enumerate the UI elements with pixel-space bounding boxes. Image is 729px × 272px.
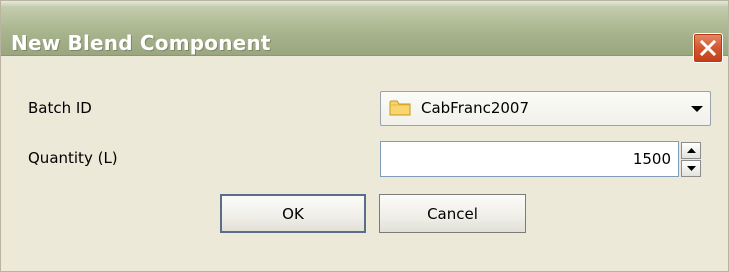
ok-button[interactable]: OK [220,194,366,233]
title-bar-highlight [1,1,728,7]
arrow-down-icon [686,166,696,171]
close-x-icon [699,39,717,57]
batch-id-label: Batch ID [28,99,92,117]
quantity-value: 1500 [632,150,671,168]
batch-id-value: CabFranc2007 [421,99,530,117]
batch-id-combobox[interactable]: CabFranc2007 [380,91,711,126]
folder-icon [389,100,411,116]
quantity-spinner[interactable]: 1500 [380,141,711,177]
increment-button[interactable] [681,142,701,159]
window-title: New Blend Component [11,31,271,55]
dialog-window: New Blend Component Batch ID CabFranc200… [0,0,729,272]
decrement-button[interactable] [681,160,701,177]
quantity-label: Quantity (L) [28,149,118,167]
quantity-input[interactable]: 1500 [380,141,679,177]
arrow-up-icon [686,148,696,153]
cancel-button[interactable]: Cancel [379,194,526,233]
close-button[interactable] [693,33,723,63]
chevron-down-icon[interactable] [690,105,704,113]
title-bar[interactable]: New Blend Component [1,1,728,63]
